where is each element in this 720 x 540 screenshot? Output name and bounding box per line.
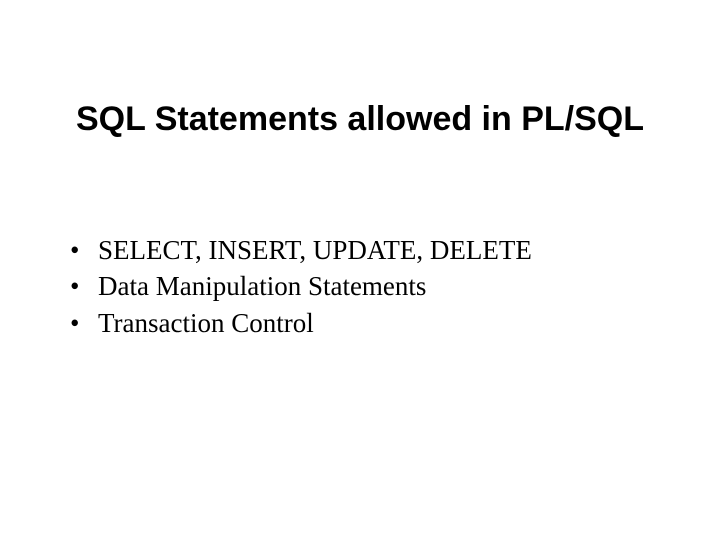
bullet-list: SELECT, INSERT, UPDATE, DELETE Data Mani… [64,232,656,341]
slide: SQL Statements allowed in PL/SQL SELECT,… [0,0,720,540]
list-item: Transaction Control [64,305,656,341]
list-item: Data Manipulation Statements [64,268,656,304]
slide-body: SELECT, INSERT, UPDATE, DELETE Data Mani… [64,232,656,341]
slide-title: SQL Statements allowed in PL/SQL [0,100,720,139]
list-item: SELECT, INSERT, UPDATE, DELETE [64,232,656,268]
